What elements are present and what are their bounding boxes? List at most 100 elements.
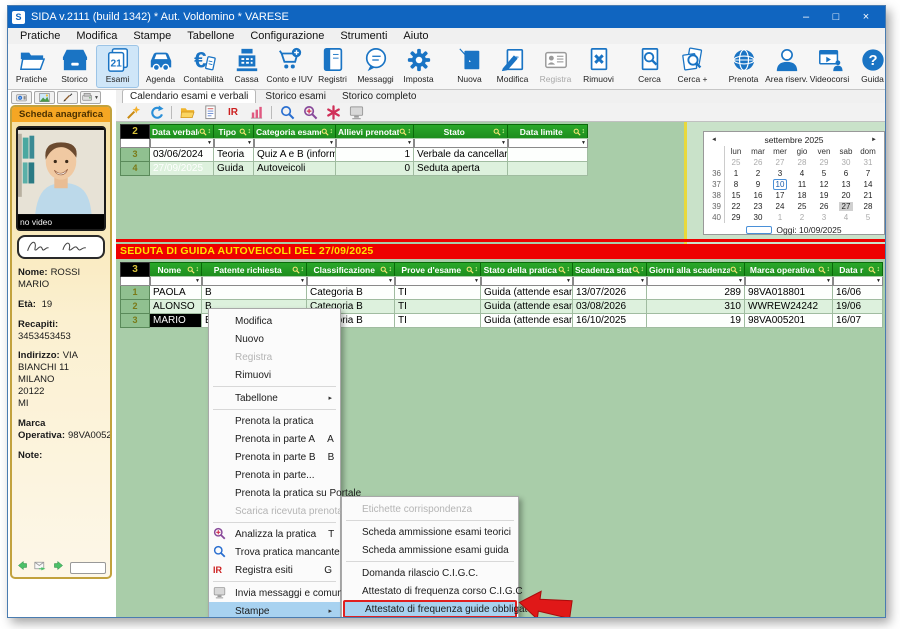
toolbar-contabilit-button[interactable]: €Contabilità — [182, 45, 225, 88]
menubar-item-tabellone[interactable]: Tabellone — [179, 28, 242, 44]
row-number[interactable]: 3 — [120, 148, 150, 162]
calendar-day[interactable]: 22 — [725, 202, 747, 212]
calendar-day[interactable]: 1 — [725, 169, 747, 179]
toolbar-cerca-button[interactable]: Cerca + — [671, 45, 714, 88]
tab-storico-completo[interactable]: Storico completo — [335, 90, 423, 103]
filter-cell-stato[interactable]: ▼ — [414, 139, 508, 148]
refresh-icon[interactable] — [148, 104, 164, 120]
toolbar-registri-button[interactable]: Registri — [311, 45, 354, 88]
ir-text[interactable]: IR — [225, 104, 241, 120]
column-header-data-verbale[interactable]: Data verbale↕ — [150, 124, 214, 138]
menu-item-scheda-ammissione-esami-guida[interactable]: Scheda ammissione esami guida — [342, 541, 518, 559]
filter-cell-scadenza-statino[interactable]: ▼ — [573, 277, 647, 286]
filter-cell-data-limite[interactable]: ▼ — [508, 139, 588, 148]
filter-cell-giorni-alla-scadenza[interactable]: ▼ — [647, 277, 745, 286]
cell[interactable]: 13/07/2026 — [573, 286, 647, 300]
calendar-day[interactable]: 20 — [835, 191, 857, 201]
filter-dropdown-icon[interactable]: ▼ — [329, 139, 334, 147]
calendar-day[interactable]: 4 — [835, 213, 857, 223]
cell[interactable]: Guida — [214, 162, 254, 176]
cell[interactable] — [508, 162, 588, 176]
column-header-allievi-prenotati[interactable]: Allievi prenotati↕ — [336, 124, 414, 138]
filter-cell-categoria-esame[interactable]: ▼ — [254, 139, 336, 148]
menu-item-registra-esiti[interactable]: IRRegistra esitiG — [209, 561, 340, 579]
menu-item-nuovo[interactable]: Nuovo — [209, 330, 340, 348]
today-box[interactable] — [746, 226, 772, 234]
row-number[interactable]: 4 — [120, 162, 150, 176]
calendar-day[interactable]: 9 — [747, 180, 769, 190]
column-header-stato-della-pratica[interactable]: Stato della pratica↕ — [481, 262, 573, 276]
toolbar-imposta-button[interactable]: Imposta — [397, 45, 440, 88]
toolbar-guida-button[interactable]: ?Guida — [851, 45, 894, 88]
filter-dropdown-icon[interactable]: ▼ — [207, 139, 212, 147]
calendar-day[interactable]: 21 — [857, 191, 879, 201]
toolbar-storico-button[interactable]: Storico — [53, 45, 96, 88]
toolbar-prenota-button[interactable]: Prenota — [722, 45, 765, 88]
menu-item-stampe[interactable]: Stampe▸ — [209, 602, 340, 617]
cell[interactable]: 03/08/2026 — [573, 300, 647, 314]
cell[interactable]: TI — [395, 300, 481, 314]
calendar-day[interactable]: 26 — [747, 158, 769, 168]
calendar-day[interactable]: 11 — [791, 180, 813, 190]
cell[interactable]: 16/10/2025 — [573, 314, 647, 328]
filter-cell-data-verbale[interactable]: ▼ — [150, 139, 214, 148]
filter-cell-prove-d-esame[interactable]: ▼ — [395, 277, 481, 286]
row-header-corner[interactable]: 3 — [120, 262, 150, 277]
cell[interactable]: 1 — [336, 148, 414, 162]
filter-cell-nome[interactable]: ▼ — [150, 277, 202, 286]
wand-icon[interactable] — [125, 104, 141, 120]
filter-dropdown-icon[interactable]: ▼ — [738, 277, 743, 285]
row-header-corner[interactable]: 2 — [120, 124, 150, 139]
calendar-day[interactable]: 3 — [813, 213, 835, 223]
toolbar-esami-button[interactable]: 21Esami — [96, 45, 139, 88]
filter-cell[interactable] — [120, 139, 150, 148]
calendar-day[interactable]: 16 — [747, 191, 769, 201]
filter-dropdown-icon[interactable]: ▼ — [300, 277, 305, 285]
cell[interactable]: MARIO — [150, 314, 202, 328]
column-header-categoria-esame[interactable]: Categoria esame↕ — [254, 124, 336, 138]
column-header-giorni-alla-scadenza[interactable]: Giorni alla scadenza↕ — [647, 262, 745, 276]
menu-item-domanda-rilascio-c-i-g-c[interactable]: Domanda rilascio C.I.G.C. — [342, 564, 518, 582]
cell[interactable]: 98VA018801 — [745, 286, 833, 300]
filter-cell-tipo[interactable]: ▼ — [214, 139, 254, 148]
filter-cell-stato-della-pratica[interactable]: ▼ — [481, 277, 573, 286]
calendar-next-button[interactable]: ► — [867, 137, 881, 143]
cell[interactable]: 16/06 — [833, 286, 883, 300]
menubar-item-aiuto[interactable]: Aiuto — [395, 28, 436, 44]
tab-calendario-esami-e-verbali[interactable]: Calendario esami e verbali — [122, 89, 256, 103]
menu-item-rimuovi[interactable]: Rimuovi — [209, 366, 340, 384]
cell[interactable]: Guida (attende esame) — [481, 286, 573, 300]
cell[interactable]: 19/06 — [833, 300, 883, 314]
calendar-day[interactable]: 2 — [791, 213, 813, 223]
filter-dropdown-icon[interactable]: ▼ — [826, 277, 831, 285]
brush-button[interactable] — [57, 91, 78, 104]
toolbar-pratiche-button[interactable]: Pratiche — [10, 45, 53, 88]
filter-dropdown-icon[interactable]: ▼ — [501, 139, 506, 147]
calendar-day[interactable]: 25 — [725, 158, 747, 168]
cell[interactable]: Guida (attende esame) — [481, 300, 573, 314]
menu-item-registra[interactable]: Registra — [209, 348, 340, 366]
toolbar-conto-e-iuv-button[interactable]: Conto e IUV — [268, 45, 311, 88]
filter-dropdown-icon[interactable]: ▼ — [640, 277, 645, 285]
cell[interactable]: ALONSO — [150, 300, 202, 314]
calendar-day[interactable]: 6 — [835, 169, 857, 179]
menu-item-prenota-la-pratica[interactable]: Prenota la pratica — [209, 412, 340, 430]
calendar-day[interactable]: 8 — [725, 180, 747, 190]
previous-record-button[interactable] — [16, 559, 29, 577]
row-number[interactable]: 1 — [120, 286, 150, 300]
cell[interactable] — [508, 148, 588, 162]
filter-cell-allievi-prenotati[interactable]: ▼ — [336, 139, 414, 148]
toolbar-area-riserv-button[interactable]: Area riserv. — [765, 45, 808, 88]
column-header-prove-d-esame[interactable]: Prove d'esame↕ — [395, 262, 481, 276]
calendar-day[interactable]: 27 — [835, 202, 857, 212]
toolbar-cerca-button[interactable]: Cerca — [628, 45, 671, 88]
cell[interactable]: Seduta aperta — [414, 162, 508, 176]
cell[interactable]: B — [202, 286, 307, 300]
calendar-day[interactable]: 17 — [769, 191, 791, 201]
filter-dropdown-icon[interactable]: ▼ — [195, 277, 200, 285]
calendar-day[interactable]: 2 — [747, 169, 769, 179]
column-header-patente-richiesta[interactable]: Patente richiesta↕ — [202, 262, 307, 276]
filter-cell-data-r[interactable]: ▼ — [833, 277, 883, 286]
camera-button[interactable] — [11, 91, 32, 104]
row-number[interactable]: 3 — [120, 314, 150, 328]
